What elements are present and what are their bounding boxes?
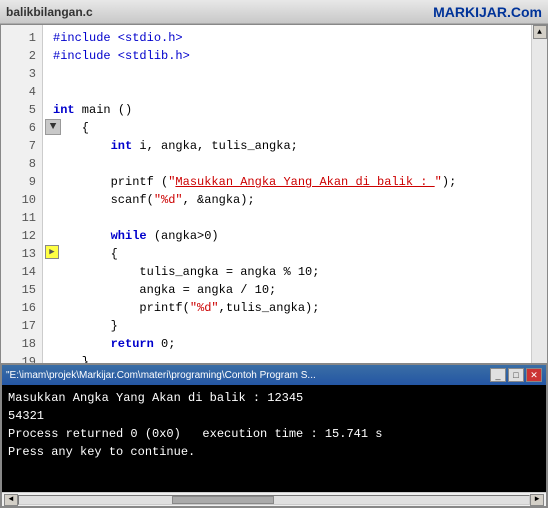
terminal-line-3: Process returned 0 (0x0) execution time … xyxy=(8,425,540,443)
code-line-18: return 0; xyxy=(53,335,525,353)
filename-label: balikbilangan.c xyxy=(6,5,93,19)
line-num-2: 2 xyxy=(1,47,42,65)
code-line-12: while (angka>0) xyxy=(53,227,525,245)
code-line-11 xyxy=(53,209,525,227)
line-num-7: 7 xyxy=(1,137,42,155)
code-line-8 xyxy=(53,155,525,173)
hscroll-thumb[interactable] xyxy=(172,496,274,504)
code-line-13: { xyxy=(53,245,525,263)
code-editor: 1 2 3 4 5 6 7 8 9 10 11 12 13 14 15 16 1… xyxy=(0,24,548,384)
code-content[interactable]: #include <stdio.h> #include <stdlib.h> i… xyxy=(43,25,531,383)
line-num-10: 10 xyxy=(1,191,42,209)
line-num-6: 6 xyxy=(1,119,42,137)
main-window: balikbilangan.c MARKIJAR.Com 1 2 3 4 5 6… xyxy=(0,0,548,508)
vertical-scrollbar[interactable]: ▲ ▼ xyxy=(531,25,547,383)
code-line-16: printf("%d",tulis_angka); xyxy=(53,299,525,317)
line-num-4: 4 xyxy=(1,83,42,101)
terminal-scrollbar[interactable]: ◄ ► xyxy=(2,492,546,506)
line-num-13: 13 xyxy=(1,245,42,263)
terminal-close-btn[interactable]: ✕ xyxy=(526,368,542,382)
line-num-3: 3 xyxy=(1,65,42,83)
code-line-2: #include <stdlib.h> xyxy=(53,47,525,65)
code-line-14: tulis_angka = angka % 10; xyxy=(53,263,525,281)
line-num-12: 12 xyxy=(1,227,42,245)
line-num-8: 8 xyxy=(1,155,42,173)
scroll-up-btn[interactable]: ▲ xyxy=(533,25,547,39)
hscroll-right-btn[interactable]: ► xyxy=(530,494,544,506)
line-num-9: 9 xyxy=(1,173,42,191)
code-line-1: #include <stdio.h> xyxy=(53,29,525,47)
line-num-14: 14 xyxy=(1,263,42,281)
line-num-5: 5 xyxy=(1,101,42,119)
brand-label: MARKIJAR.Com xyxy=(433,4,542,20)
line-num-17: 17 xyxy=(1,317,42,335)
terminal-body: Masukkan Angka Yang Akan di balik : 1234… xyxy=(2,385,546,492)
line-num-11: 11 xyxy=(1,209,42,227)
code-line-9: printf ("Masukkan Angka Yang Akan di bal… xyxy=(53,173,525,191)
line-numbers: 1 2 3 4 5 6 7 8 9 10 11 12 13 14 15 16 1… xyxy=(1,25,43,383)
code-line-3 xyxy=(53,65,525,83)
terminal-line-1: Masukkan Angka Yang Akan di balik : 1234… xyxy=(8,389,540,407)
terminal-minimize-btn[interactable]: _ xyxy=(490,368,506,382)
code-line-6: { xyxy=(53,119,525,137)
line-num-18: 18 xyxy=(1,335,42,353)
terminal-window: "E:\imam\projek\Markijar.Com\materi\prog… xyxy=(0,363,548,508)
terminal-line-4: Press any key to continue. xyxy=(8,443,540,461)
terminal-title-bar: "E:\imam\projek\Markijar.Com\materi\prog… xyxy=(2,365,546,385)
code-line-7: int i, angka, tulis_angka; xyxy=(53,137,525,155)
code-line-4 xyxy=(53,83,525,101)
hscroll-left-btn[interactable]: ◄ xyxy=(4,494,18,506)
title-bar: balikbilangan.c MARKIJAR.Com xyxy=(0,0,548,24)
code-line-5: int main () xyxy=(53,101,525,119)
line-num-1: 1 xyxy=(1,29,42,47)
code-line-15: angka = angka / 10; xyxy=(53,281,525,299)
hscroll-track[interactable] xyxy=(18,495,530,505)
terminal-line-2: 54321 xyxy=(8,407,540,425)
terminal-title-text: "E:\imam\projek\Markijar.Com\materi\prog… xyxy=(6,370,316,381)
terminal-maximize-btn[interactable]: □ xyxy=(508,368,524,382)
code-line-17: } xyxy=(53,317,525,335)
terminal-controls: _ □ ✕ xyxy=(490,368,542,382)
line-num-15: 15 xyxy=(1,281,42,299)
code-line-10: scanf("%d", &angka); xyxy=(53,191,525,209)
line-num-16: 16 xyxy=(1,299,42,317)
